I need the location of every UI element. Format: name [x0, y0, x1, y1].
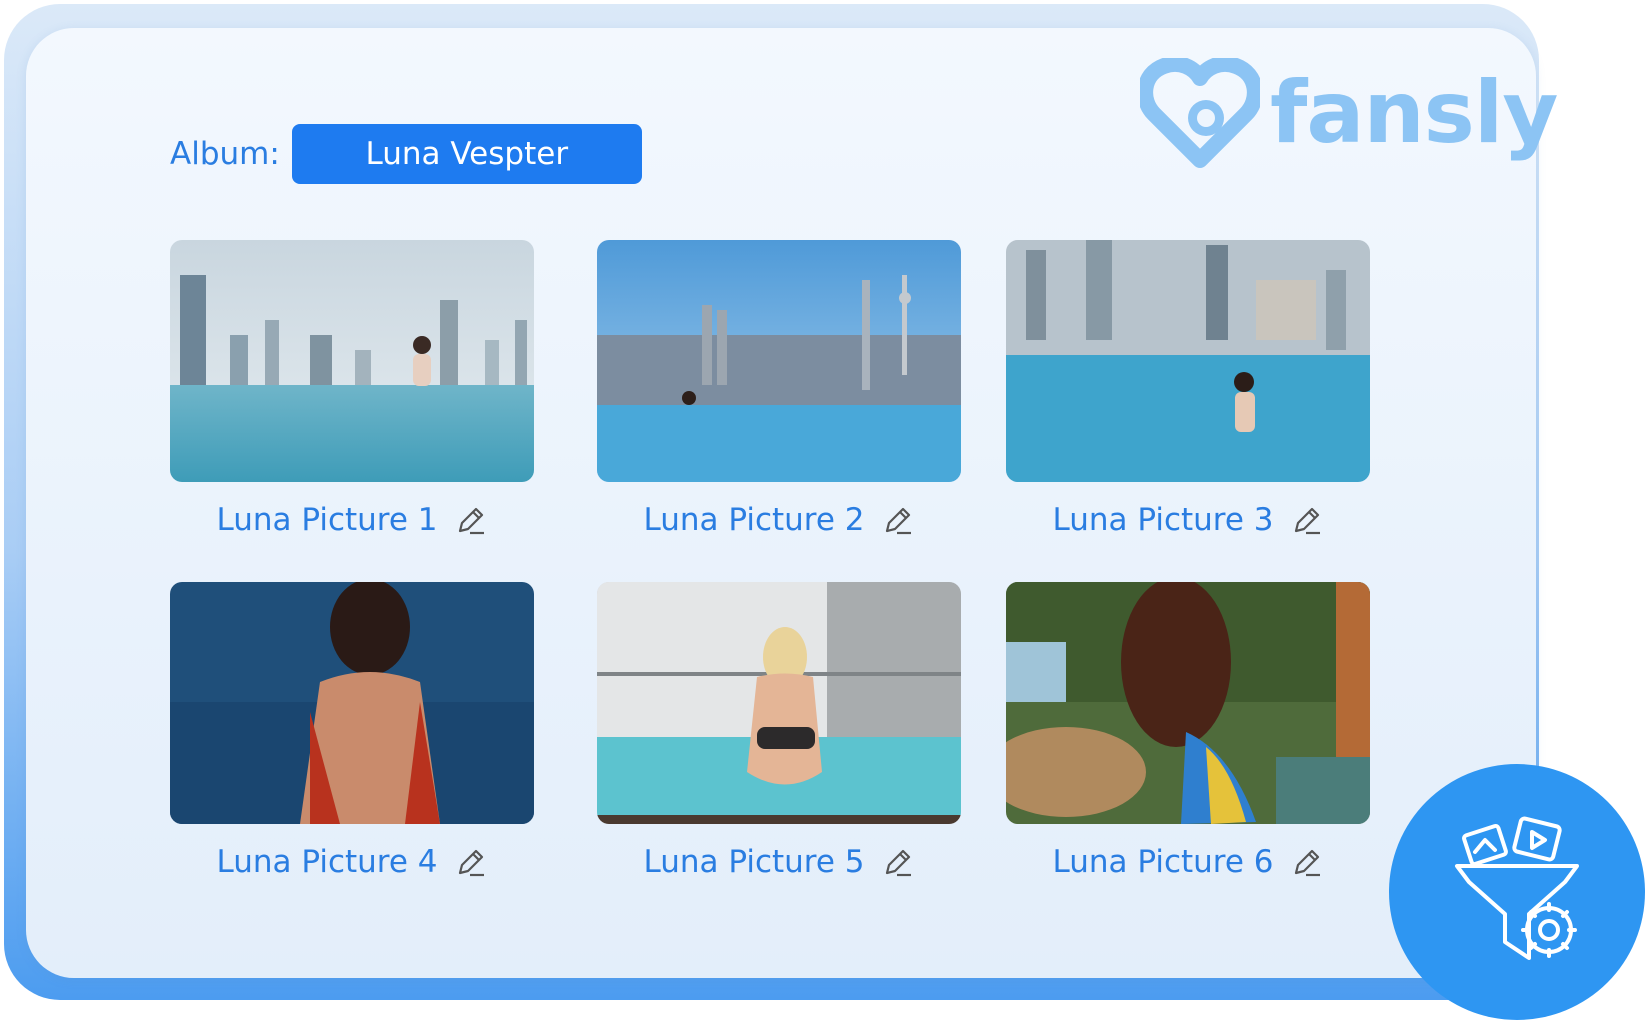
photo-caption: Luna Picture 3 — [1006, 502, 1370, 538]
gallery-tile: Luna Picture 2 — [597, 240, 961, 538]
gallery-tile: Luna Picture 4 — [170, 582, 534, 880]
pencil-icon[interactable] — [881, 845, 915, 879]
media-filter-button[interactable] — [1389, 764, 1645, 1020]
pencil-icon[interactable] — [454, 503, 488, 537]
pencil-icon[interactable] — [1290, 503, 1324, 537]
album-selector-row: Album: Luna Vespter — [170, 124, 642, 184]
photo-title: Luna Picture 3 — [1052, 502, 1274, 538]
photo-caption: Luna Picture 2 — [597, 502, 961, 538]
gallery-tile: Luna Picture 6 — [1006, 582, 1370, 880]
pencil-icon[interactable] — [1290, 845, 1324, 879]
gallery-tile: Luna Picture 5 — [597, 582, 961, 880]
pencil-icon[interactable] — [454, 845, 488, 879]
gallery-tile: Luna Picture 3 — [1006, 240, 1370, 538]
photo-thumbnail[interactable] — [170, 240, 534, 482]
pencil-icon[interactable] — [881, 503, 915, 537]
photo-title: Luna Picture 5 — [643, 844, 865, 880]
photo-title: Luna Picture 2 — [643, 502, 865, 538]
photo-thumbnail[interactable] — [597, 582, 961, 824]
heart-camera-logo — [1140, 58, 1260, 168]
photo-caption: Luna Picture 4 — [170, 844, 534, 880]
photo-thumbnail[interactable] — [1006, 582, 1370, 824]
photo-caption: Luna Picture 5 — [597, 844, 961, 880]
fansly-logo: fansly — [1140, 58, 1558, 168]
photo-title: Luna Picture 6 — [1052, 844, 1274, 880]
filter-funnel-gear-icon — [1455, 816, 1579, 960]
photo-caption: Luna Picture 6 — [1006, 844, 1370, 880]
photo-thumbnail[interactable] — [597, 240, 961, 482]
photo-title: Luna Picture 4 — [216, 844, 438, 880]
brand-name: fansly — [1270, 63, 1558, 163]
album-label: Album: — [170, 136, 280, 172]
photo-thumbnail[interactable] — [170, 582, 534, 824]
album-dropdown[interactable]: Luna Vespter — [291, 124, 642, 184]
album-selected-value: Luna Vespter — [365, 136, 569, 172]
gallery-tile: Luna Picture 1 — [170, 240, 534, 538]
photo-thumbnail[interactable] — [1006, 240, 1370, 482]
photo-title: Luna Picture 1 — [216, 502, 438, 538]
photo-caption: Luna Picture 1 — [170, 502, 534, 538]
